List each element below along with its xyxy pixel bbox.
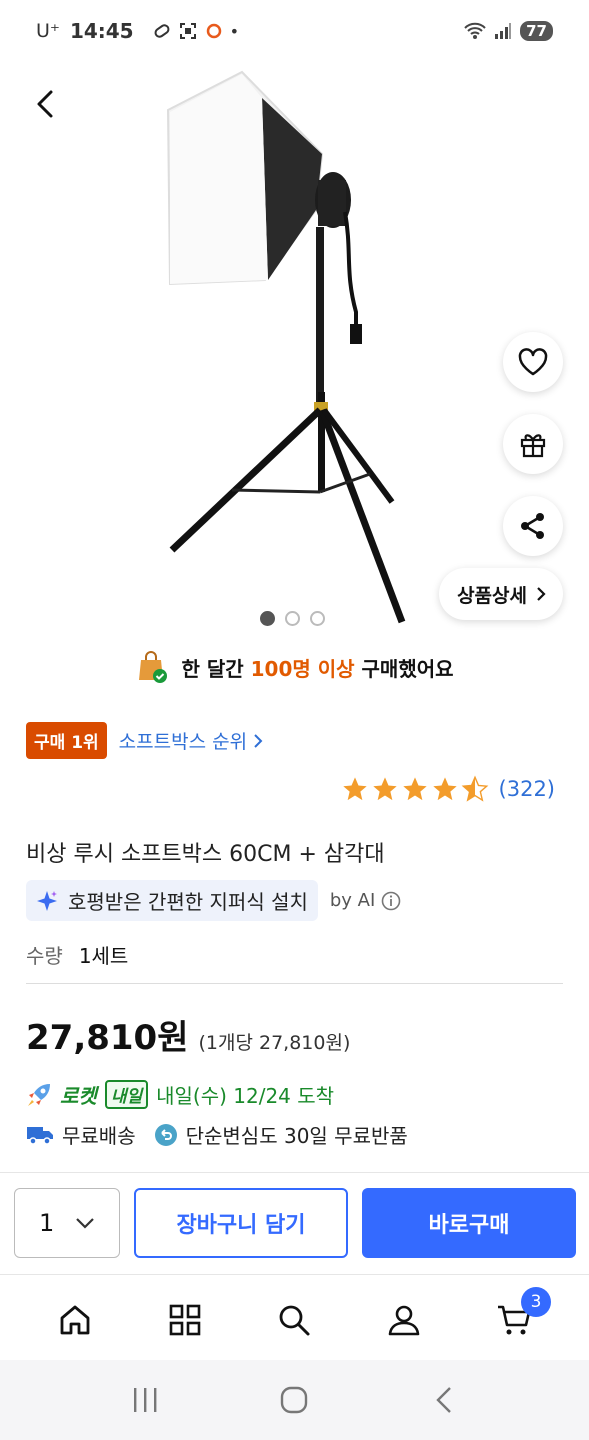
- star-half-icon: [461, 775, 488, 802]
- carrier-label: U⁺: [36, 20, 60, 42]
- divider: [0, 1172, 589, 1173]
- status-bar: U⁺ 14:45 • 77: [0, 0, 589, 62]
- product-detail-button[interactable]: 상품상세: [439, 568, 563, 620]
- wifi-icon: [464, 22, 486, 39]
- rocket-icon: [28, 1083, 50, 1106]
- shopping-bag-icon: [139, 651, 168, 683]
- screenshot-icon: [179, 23, 196, 39]
- banner-suffix: 구매했어요: [361, 656, 454, 681]
- ai-summary-row: 호평받은 간편한 지퍼식 설치 by AI: [26, 880, 401, 921]
- product-title: 비상 루시 소프트박스 60CM + 삼각대: [26, 842, 385, 867]
- quantity-select-value: 1: [39, 1209, 55, 1237]
- ai-summary-text: 호평받은 간편한 지퍼식 설치: [68, 890, 308, 914]
- system-nav-bar: [0, 1360, 589, 1440]
- review-count[interactable]: (322): [499, 777, 555, 801]
- user-icon: [388, 1305, 420, 1336]
- star-full-icon: [402, 777, 427, 801]
- truck-icon: [27, 1126, 53, 1145]
- back-chevron-icon: [436, 1387, 451, 1413]
- price-row: 27,810원 (1개당 27,810원): [26, 1010, 350, 1059]
- rocket-label: 로켓: [60, 1084, 97, 1108]
- nav-cart[interactable]: 3: [489, 1287, 552, 1345]
- delivery-row: 로켓 내일 내일(수) 12/24 도착: [26, 1080, 334, 1109]
- tomorrow-badge: 내일: [104, 1080, 149, 1109]
- share-button[interactable]: [503, 496, 563, 556]
- quantity-select[interactable]: 1: [14, 1188, 120, 1258]
- by-ai-label[interactable]: by AI: [330, 890, 401, 911]
- ai-summary-chip[interactable]: 호평받은 간편한 지퍼식 설치: [26, 880, 318, 921]
- bottom-nav: 3: [0, 1282, 589, 1358]
- quantity-value: 1세트: [78, 944, 129, 968]
- carousel-dot[interactable]: [310, 611, 325, 626]
- add-to-cart-button[interactable]: 장바구니 담기: [134, 1188, 348, 1258]
- star-full-icon: [432, 777, 457, 801]
- banner-highlight: 100명 이상: [250, 656, 355, 681]
- recent-apps-button[interactable]: [120, 1380, 170, 1420]
- home-circle-icon: [281, 1386, 308, 1414]
- product-detail-label: 상품상세: [457, 584, 527, 607]
- heart-icon: [518, 348, 548, 376]
- search-icon: [280, 1305, 310, 1336]
- category-rank-link[interactable]: 소프트박스 순위: [119, 727, 263, 754]
- gift-icon: [520, 434, 546, 458]
- home-icon: [60, 1305, 90, 1335]
- nav-search[interactable]: [269, 1295, 319, 1345]
- arrival-date: 내일(수) 12/24 도착: [156, 1084, 335, 1108]
- star-full-icon: [342, 777, 367, 801]
- rank-row: 구매 1위 소프트박스 순위: [26, 722, 263, 759]
- nav-my-account[interactable]: [379, 1295, 429, 1345]
- divider: [26, 983, 563, 984]
- product-image[interactable]: [0, 62, 589, 642]
- back-arrow-icon[interactable]: [30, 88, 62, 120]
- grid-icon: [169, 1304, 200, 1336]
- recent-apps-icon: [133, 1388, 157, 1412]
- sparkle-icon: [37, 890, 57, 911]
- rating-row[interactable]: (322): [341, 775, 555, 803]
- wishlist-button[interactable]: [503, 332, 563, 392]
- divider: [0, 1274, 589, 1275]
- chevron-right-icon: [537, 587, 546, 601]
- carousel-dot[interactable]: [285, 611, 300, 626]
- status-time: 14:45: [69, 19, 134, 43]
- rank-badge: 구매 1위: [26, 722, 107, 759]
- chevron-right-icon: [254, 733, 263, 748]
- return-icon: [154, 1123, 177, 1146]
- signal-icon: [495, 23, 512, 39]
- home-system-button[interactable]: [269, 1380, 319, 1420]
- nav-categories[interactable]: [160, 1295, 210, 1345]
- free-shipping-label: 무료배송: [62, 1124, 136, 1148]
- back-system-button[interactable]: [419, 1380, 469, 1420]
- star-full-icon: [372, 777, 397, 801]
- return-policy-label: 단순변심도 30일 무료반품: [185, 1124, 408, 1148]
- sync-icon: [206, 23, 221, 39]
- cart-count-badge: 3: [521, 1287, 552, 1317]
- dot-icon: •: [229, 21, 240, 41]
- quantity-info: 수량 1세트: [26, 940, 128, 969]
- battery-indicator: 77: [520, 21, 553, 41]
- unit-price: (1개당 27,810원): [198, 1032, 351, 1054]
- price: 27,810원: [26, 1018, 189, 1058]
- gift-button[interactable]: [503, 414, 563, 474]
- buy-now-button[interactable]: 바로구매: [362, 1188, 576, 1258]
- chevron-down-icon: [76, 1218, 94, 1229]
- shipping-row: 무료배송 단순변심도 30일 무료반품: [26, 1120, 408, 1149]
- purchase-action-bar: 1 장바구니 담기 바로구매: [14, 1188, 576, 1258]
- nav-home[interactable]: [50, 1295, 100, 1345]
- quantity-label: 수량: [26, 944, 63, 968]
- by-ai-text: by AI: [329, 890, 376, 911]
- info-icon: [381, 891, 401, 910]
- side-action-group: [503, 332, 563, 556]
- key-icon: [154, 24, 170, 38]
- carousel-dots: [260, 611, 325, 626]
- carousel-dot[interactable]: [260, 611, 275, 626]
- purchase-count-banner: 한 달간 100명 이상 구매했어요: [0, 650, 589, 684]
- category-rank-label: 소프트박스 순위: [118, 731, 248, 753]
- share-icon: [521, 513, 544, 539]
- banner-prefix: 한 달간: [181, 656, 244, 681]
